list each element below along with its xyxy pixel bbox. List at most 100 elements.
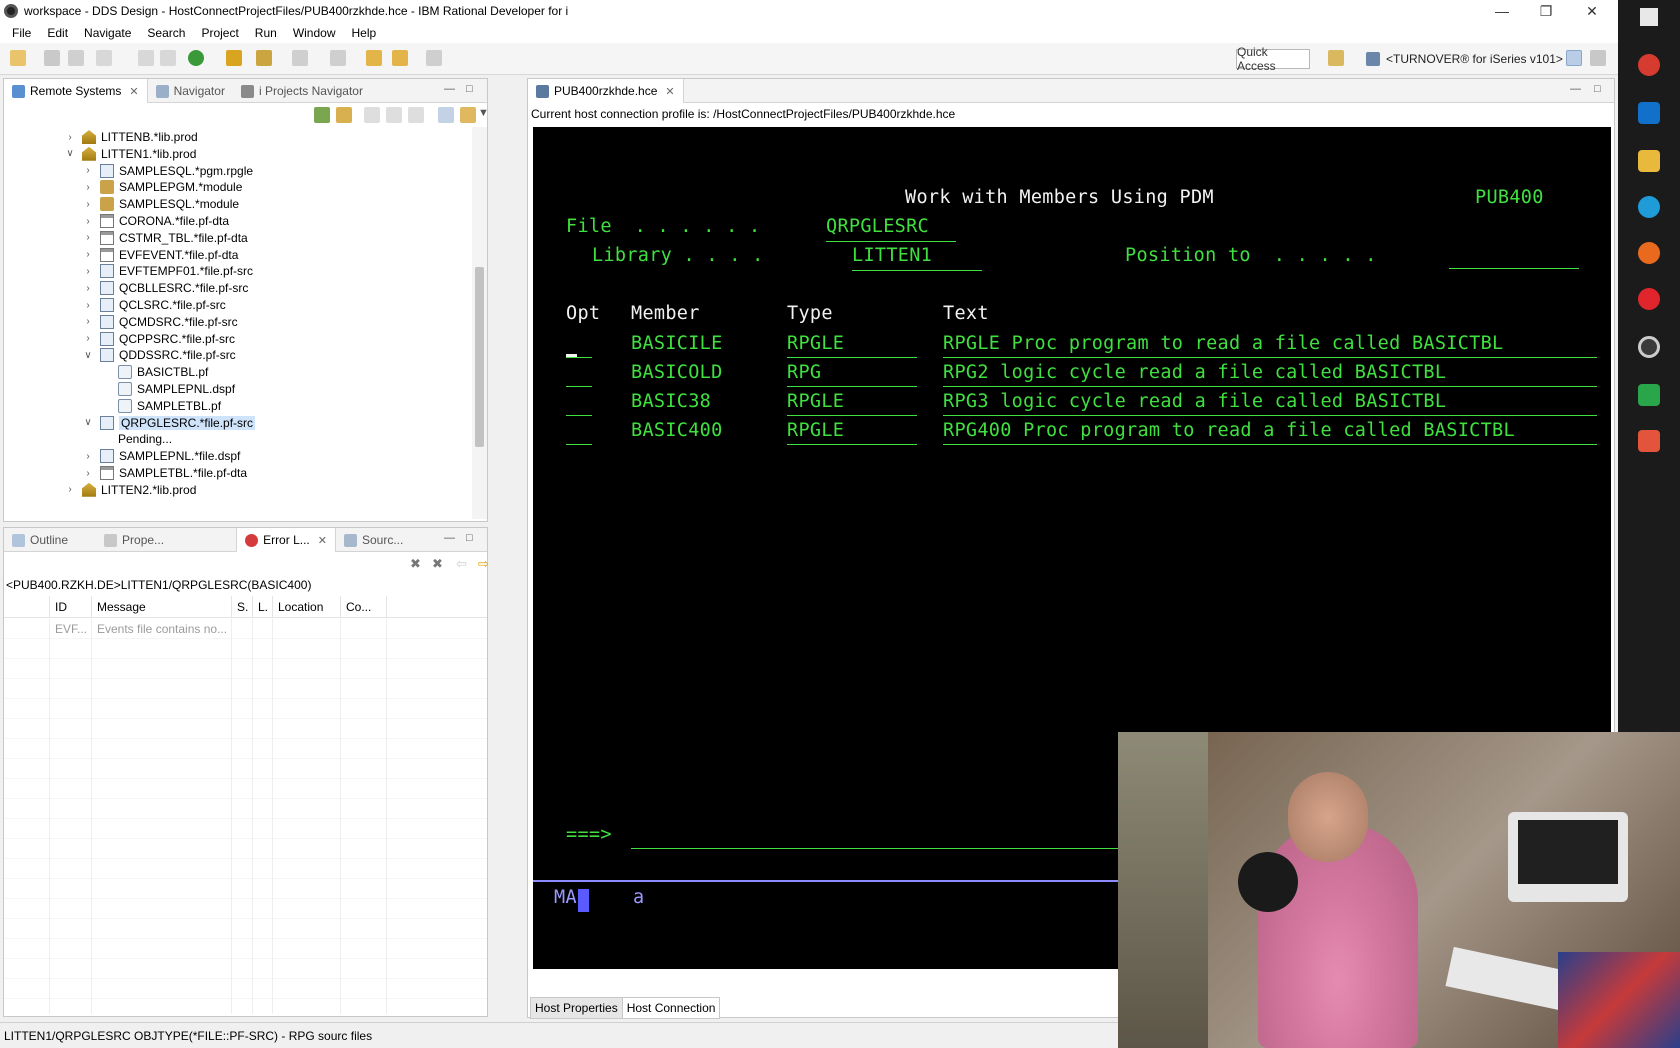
tree-scrollbar[interactable] bbox=[472, 127, 487, 519]
chevron-right-icon[interactable]: › bbox=[82, 182, 94, 193]
chevron-right-icon[interactable]: › bbox=[82, 216, 94, 227]
refresh-icon[interactable] bbox=[336, 107, 352, 123]
chevron-right-icon[interactable]: › bbox=[82, 333, 94, 344]
tab-host-properties[interactable]: Host Properties bbox=[530, 997, 623, 1019]
command-line-input[interactable] bbox=[631, 848, 1131, 849]
tree-item[interactable]: › LITTENB.*lib.prod bbox=[64, 128, 198, 146]
chevron-right-icon[interactable]: › bbox=[82, 468, 94, 479]
firefox-icon[interactable] bbox=[1638, 242, 1660, 264]
menu-edit[interactable]: Edit bbox=[39, 26, 76, 40]
tree-item[interactable]: › CSTMR_TBL.*file.pf-dta bbox=[82, 229, 248, 247]
chevron-right-icon[interactable]: › bbox=[82, 266, 94, 277]
chevron-right-icon[interactable]: › bbox=[82, 300, 94, 311]
option-input[interactable] bbox=[566, 444, 592, 445]
tree-item[interactable]: › SAMPLESQL.*module bbox=[82, 195, 239, 213]
prev-annotation-icon[interactable] bbox=[330, 50, 346, 66]
app-red-icon[interactable] bbox=[1638, 54, 1660, 76]
option-input[interactable] bbox=[566, 357, 592, 358]
tab-host-connection[interactable]: Host Connection bbox=[622, 997, 721, 1019]
forward-icon[interactable] bbox=[426, 50, 442, 66]
col-message[interactable]: Message bbox=[92, 596, 232, 618]
minimize-view-icon[interactable]: — bbox=[1570, 83, 1581, 95]
remove-icon[interactable]: ✖ bbox=[410, 556, 421, 572]
print-icon[interactable] bbox=[96, 50, 112, 66]
view-forward-icon[interactable] bbox=[386, 107, 402, 123]
run-icon[interactable] bbox=[188, 50, 204, 66]
minimize-view-icon[interactable]: — bbox=[444, 532, 455, 544]
tree-item[interactable]: › SAMPLEPNL.*file.dspf bbox=[82, 447, 240, 465]
col-connection[interactable]: Co... bbox=[341, 596, 387, 618]
tab-remote-systems[interactable]: Remote Systems ✕ bbox=[4, 79, 148, 103]
tree-item[interactable]: ∨ LITTEN1.*lib.prod bbox=[64, 145, 196, 163]
tab-source[interactable]: Sourc... bbox=[336, 528, 411, 552]
chevron-right-icon[interactable]: › bbox=[82, 249, 94, 260]
tab-navigator[interactable]: Navigator bbox=[148, 79, 233, 103]
view-menu-icon[interactable]: ▼ bbox=[478, 107, 489, 119]
next-error-icon[interactable]: ⇨ bbox=[478, 556, 489, 572]
maximize-view-icon[interactable]: □ bbox=[1594, 83, 1601, 95]
camtasia-red-icon[interactable] bbox=[1638, 430, 1660, 452]
close-tab-icon[interactable]: ✕ bbox=[129, 85, 138, 98]
menu-window[interactable]: Window bbox=[285, 26, 344, 40]
back-icon[interactable] bbox=[392, 50, 408, 66]
opera-icon[interactable] bbox=[1638, 288, 1660, 310]
chevron-down-icon[interactable]: ∨ bbox=[64, 148, 76, 159]
last-edit-icon[interactable] bbox=[366, 50, 382, 66]
redo-icon[interactable] bbox=[160, 50, 176, 66]
menu-file[interactable]: File bbox=[4, 26, 39, 40]
close-window-icon[interactable]: ✕ bbox=[1570, 0, 1614, 22]
next-annotation-icon[interactable] bbox=[292, 50, 308, 66]
table-row[interactable]: EVF... Events file contains no... bbox=[4, 619, 487, 639]
file-value[interactable]: QRPGLESRC bbox=[826, 216, 929, 237]
position-to-field[interactable] bbox=[1449, 268, 1579, 269]
windows-start-icon[interactable] bbox=[1640, 8, 1658, 26]
option-input[interactable] bbox=[566, 386, 592, 387]
search-tool-icon[interactable] bbox=[256, 50, 272, 66]
minimize-view-icon[interactable]: — bbox=[444, 83, 455, 95]
new-connection-icon[interactable] bbox=[314, 107, 330, 123]
maximize-view-icon[interactable]: □ bbox=[466, 532, 473, 544]
save-icon[interactable] bbox=[44, 50, 60, 66]
open-perspective-icon[interactable] bbox=[1328, 50, 1344, 66]
tree-item[interactable]: Pending... bbox=[100, 430, 172, 448]
perspective-switcher[interactable]: <TURNOVER® for iSeries v101> bbox=[1366, 49, 1563, 69]
menu-search[interactable]: Search bbox=[139, 26, 193, 40]
tree-scroll-thumb[interactable] bbox=[475, 267, 484, 447]
close-tab-icon[interactable]: ✕ bbox=[665, 85, 674, 98]
tab-properties[interactable]: Prope... bbox=[96, 528, 172, 552]
new-icon[interactable] bbox=[10, 50, 26, 66]
chevron-down-icon[interactable]: ∨ bbox=[82, 350, 94, 361]
library-value[interactable]: LITTEN1 bbox=[852, 245, 932, 266]
previous-error-icon[interactable]: ⇦ bbox=[456, 556, 467, 572]
tree-item[interactable]: › QCLSRC.*file.pf-src bbox=[82, 296, 226, 314]
col-severity[interactable]: S. bbox=[232, 596, 253, 618]
col-id[interactable]: ID bbox=[50, 596, 92, 618]
tab-outline[interactable]: Outline bbox=[4, 528, 76, 552]
chevron-right-icon[interactable]: › bbox=[82, 451, 94, 462]
option-input[interactable] bbox=[566, 415, 592, 416]
menu-navigate[interactable]: Navigate bbox=[76, 26, 139, 40]
collapse-all-icon[interactable] bbox=[438, 107, 454, 123]
edge-icon[interactable] bbox=[1638, 196, 1660, 218]
tree-item[interactable]: ∨ QDDSSRC.*file.pf-src bbox=[82, 346, 236, 364]
other-perspective-icon[interactable] bbox=[1590, 50, 1606, 66]
link-with-editor-icon[interactable] bbox=[460, 107, 476, 123]
view-back-icon[interactable] bbox=[364, 107, 380, 123]
dds-perspective-icon[interactable] bbox=[1566, 50, 1582, 66]
tab-error-list[interactable]: Error L... ✕ bbox=[236, 528, 336, 552]
menu-help[interactable]: Help bbox=[344, 26, 385, 40]
chevron-right-icon[interactable]: › bbox=[82, 316, 94, 327]
tab-i-projects-navigator[interactable]: i Projects Navigator bbox=[233, 79, 371, 103]
col-line[interactable]: L. bbox=[253, 596, 273, 618]
camtasia-green-icon[interactable] bbox=[1638, 384, 1660, 406]
save-all-icon[interactable] bbox=[68, 50, 84, 66]
chevron-right-icon[interactable]: › bbox=[82, 165, 94, 176]
tree-item[interactable]: › SAMPLETBL.*file.pf-dta bbox=[82, 464, 247, 482]
chevron-down-icon[interactable]: ∨ bbox=[82, 417, 94, 428]
restore-icon[interactable]: ❐ bbox=[1524, 0, 1568, 22]
view-up-icon[interactable] bbox=[408, 107, 424, 123]
tab-host-connection-editor[interactable]: PUB400rzkhde.hce ✕ bbox=[528, 79, 684, 103]
close-tab-icon[interactable]: ✕ bbox=[318, 534, 327, 547]
tree-item[interactable]: › QCBLLESRC.*file.pf-src bbox=[82, 279, 248, 297]
tree-item[interactable]: ∨ QRPGLESRC.*file.pf-src bbox=[82, 414, 256, 432]
